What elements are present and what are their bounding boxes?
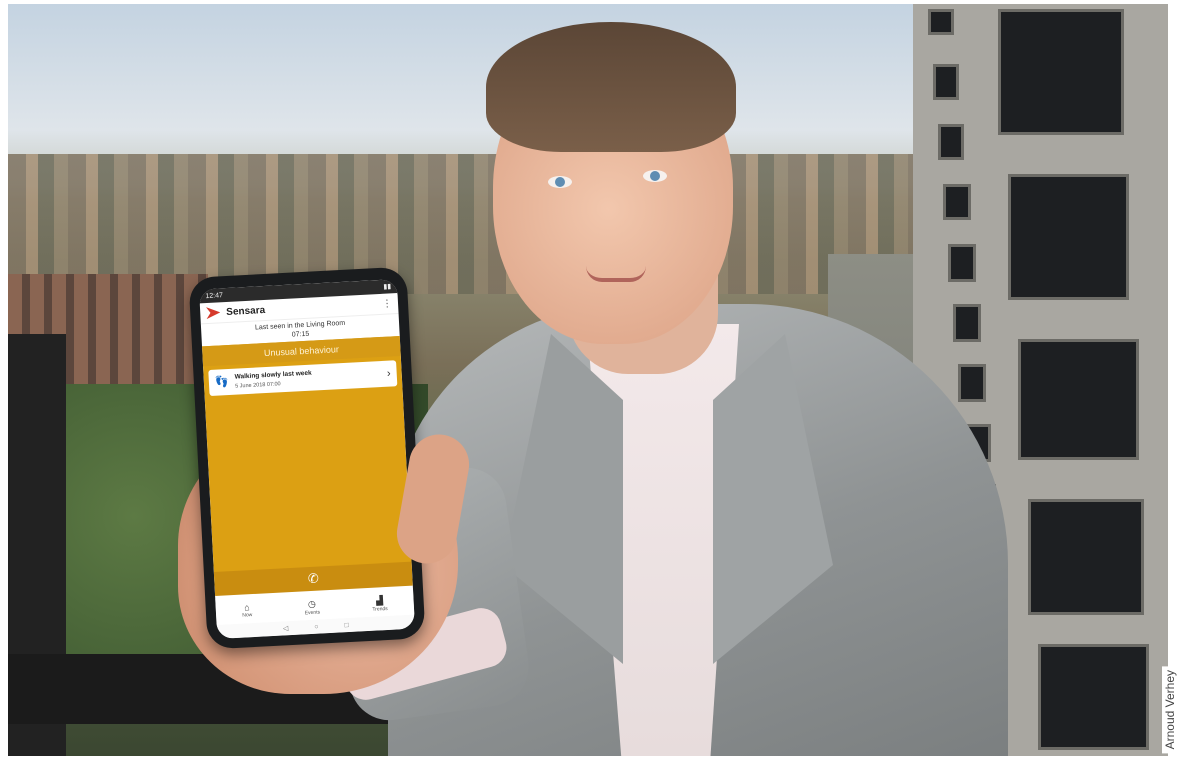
chart-icon: ▟ <box>375 594 384 606</box>
footsteps-icon: 👣 <box>214 376 229 389</box>
status-time: 12:47 <box>205 291 224 300</box>
event-card[interactable]: 👣 Walking slowly last week 5 June 2018 0… <box>208 360 398 397</box>
sensara-logo-icon <box>206 306 221 319</box>
battery-icon: ▮▮ <box>383 283 392 291</box>
phone-screen: 12:47 ▮▮ Sensara ⋮ Last seen in the Livi… <box>199 279 416 639</box>
right-eye <box>643 170 667 182</box>
tower-window <box>933 64 959 100</box>
alert-content: Unusual behaviour 👣 Walking slowly last … <box>202 335 413 596</box>
home-button-icon[interactable]: ○ <box>314 623 319 630</box>
chevron-right-icon: › <box>386 367 392 380</box>
app-name: Sensara <box>225 304 266 318</box>
home-icon: ⌂ <box>243 602 250 613</box>
photo-credit: Arnoud Verhey <box>1162 665 1178 753</box>
nav-label: Now <box>242 612 253 619</box>
clock-icon: ◷ <box>307 598 317 609</box>
smartphone: 12:47 ▮▮ Sensara ⋮ Last seen in the Livi… <box>188 266 426 650</box>
tower-window <box>998 9 1124 135</box>
tower-window <box>1008 174 1129 300</box>
nav-trends[interactable]: ▟ Trends <box>372 595 388 613</box>
photo-scene: 12:47 ▮▮ Sensara ⋮ Last seen in the Livi… <box>8 4 1168 756</box>
back-icon[interactable]: ◁ <box>283 624 289 632</box>
phone-call-icon: ✆ <box>307 570 320 587</box>
tower-window <box>943 184 971 220</box>
nav-label: Events <box>304 609 321 616</box>
city-skyline <box>8 154 938 294</box>
mouth <box>586 266 646 282</box>
tower-window <box>1018 339 1139 460</box>
nav-now[interactable]: ⌂ Now <box>242 602 253 619</box>
tower-window <box>928 9 954 35</box>
more-menu-icon[interactable]: ⋮ <box>382 298 393 310</box>
nav-label: Trends <box>372 605 388 613</box>
tower-window <box>938 124 964 160</box>
hair <box>486 22 736 152</box>
tower-window <box>958 364 986 402</box>
recents-icon[interactable]: □ <box>344 622 349 629</box>
left-eye <box>548 176 572 188</box>
tower-window <box>948 244 976 282</box>
tower-window <box>953 304 981 342</box>
tower-window <box>1028 499 1144 615</box>
nav-events[interactable]: ◷ Events <box>304 598 321 616</box>
tower-window <box>1038 644 1149 750</box>
